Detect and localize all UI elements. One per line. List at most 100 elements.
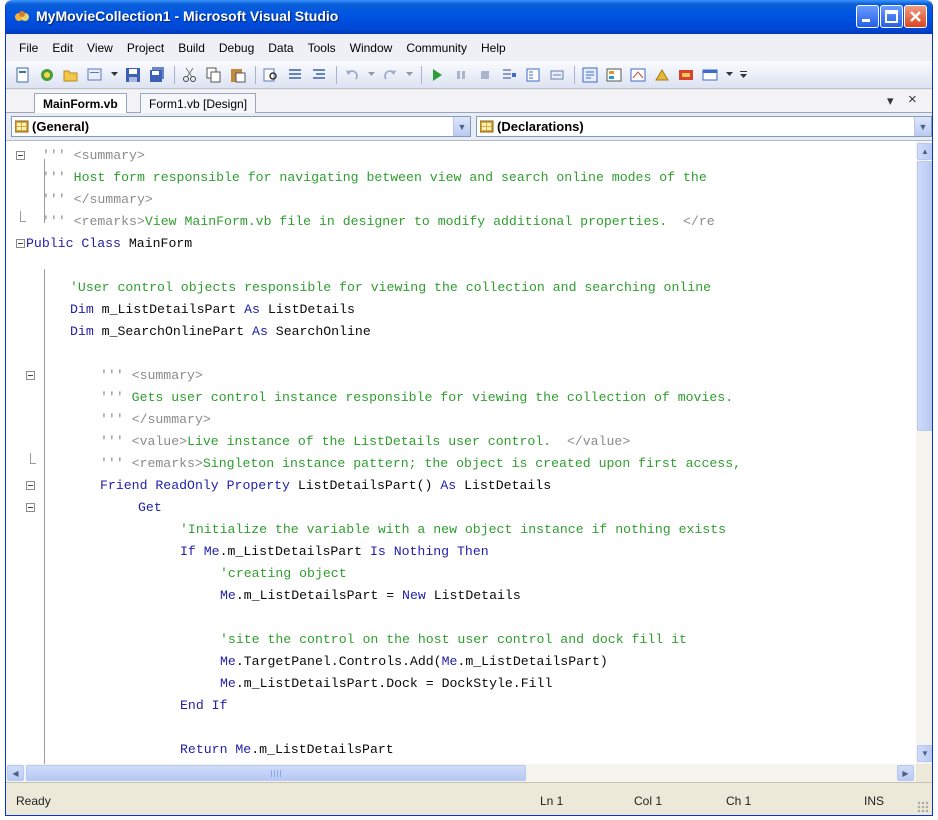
code-line[interactable]: Dim m_SearchOnlinePart As SearchOnline	[6, 321, 916, 343]
scroll-left-button[interactable]: ◀	[7, 765, 24, 781]
menu-debug[interactable]: Debug	[212, 41, 261, 55]
chevron-down-icon[interactable]: ▼	[914, 117, 931, 136]
class-view-icon[interactable]	[677, 66, 695, 84]
code-line[interactable]: End If	[6, 695, 916, 717]
code-line[interactable]: If Me.m_ListDetailsPart Is Nothing Then	[6, 541, 916, 563]
tab-form1-design[interactable]: Form1.vb [Design]	[140, 93, 257, 113]
code-editor[interactable]: ''' <summary> ''' Host form responsible f…	[6, 141, 916, 764]
find-icon[interactable]	[262, 66, 280, 84]
code-line[interactable]: ''' <summary>	[6, 145, 916, 167]
vertical-scrollbar[interactable]: ▲ ▼	[916, 141, 932, 764]
region-end-marker	[30, 453, 36, 464]
code-line[interactable]	[6, 255, 916, 277]
toolbar-overflow-icon[interactable]	[739, 66, 747, 84]
dropdown-arrow-icon[interactable]	[110, 66, 118, 84]
scroll-right-button[interactable]: ▶	[897, 765, 914, 781]
properties-icon[interactable]	[605, 66, 623, 84]
collapse-region-icon[interactable]	[16, 151, 25, 160]
step-into-icon[interactable]	[500, 66, 518, 84]
collapse-region-icon[interactable]	[26, 371, 35, 380]
start-page-icon[interactable]	[701, 66, 719, 84]
code-line[interactable]: 'site the control on the host user contr…	[6, 629, 916, 651]
add-new-item-icon[interactable]	[86, 66, 104, 84]
code-line[interactable]: Me.m_ListDetailsPart.Dock = DockStyle.Fi…	[6, 673, 916, 695]
menu-tools[interactable]: Tools	[301, 41, 343, 55]
menu-help[interactable]: Help	[474, 41, 513, 55]
save-icon[interactable]	[124, 66, 142, 84]
dropdown-arrow-icon[interactable]	[405, 66, 413, 84]
code-line[interactable]: Me.m_ListDetailsPart = New ListDetails	[6, 585, 916, 607]
code-line[interactable]: Public Class MainForm	[6, 233, 916, 255]
code-line[interactable]	[6, 343, 916, 365]
code-line[interactable]: Friend ReadOnly Property ListDetailsPart…	[6, 475, 916, 497]
code-line[interactable]: ''' Host form responsible for navigating…	[6, 167, 916, 189]
code-line[interactable]: ''' </summary>	[6, 189, 916, 211]
code-line[interactable]: Return Me.m_ListDetailsPart	[6, 739, 916, 761]
active-files-dropdown-icon[interactable]: ▾	[887, 93, 894, 109]
tab-mainform-vb[interactable]: MainForm.vb	[34, 93, 127, 114]
redo-icon[interactable]	[381, 66, 399, 84]
menu-view[interactable]: View	[80, 41, 120, 55]
class-name-combo[interactable]: (General) ▼	[11, 116, 471, 137]
code-line[interactable]: Me.TargetPanel.Controls.Add(Me.m_ListDet…	[6, 651, 916, 673]
vertical-scroll-thumb[interactable]	[917, 161, 932, 431]
dropdown-arrow-icon[interactable]	[725, 66, 733, 84]
comment-icon[interactable]	[286, 66, 304, 84]
horizontal-scroll-thumb[interactable]	[26, 765, 526, 781]
menu-file[interactable]: File	[12, 41, 45, 55]
code-line[interactable]: ''' <remarks>View MainForm.vb file in de…	[6, 211, 916, 233]
toolbox-icon[interactable]	[653, 66, 671, 84]
code-line[interactable]: ''' <summary>	[6, 365, 916, 387]
code-line[interactable]: ''' </summary>	[6, 409, 916, 431]
code-line[interactable]: ''' <remarks>Singleton instance pattern;…	[6, 453, 916, 475]
minimize-icon	[862, 19, 870, 22]
code-line[interactable]: 'User control objects responsible for vi…	[6, 277, 916, 299]
code-token: <value>	[131, 434, 188, 449]
break-all-icon[interactable]	[452, 66, 470, 84]
open-file-icon[interactable]	[62, 66, 80, 84]
start-debugging-icon[interactable]	[428, 66, 446, 84]
code-line[interactable]: Get	[6, 497, 916, 519]
code-line[interactable]: ''' Gets user control instance responsib…	[6, 387, 916, 409]
step-over-icon[interactable]	[524, 66, 542, 84]
code-line[interactable]: 'creating object	[6, 563, 916, 585]
menu-build[interactable]: Build	[171, 41, 212, 55]
stop-debugging-icon[interactable]	[476, 66, 494, 84]
menu-data[interactable]: Data	[261, 41, 300, 55]
collapse-region-icon[interactable]	[26, 481, 35, 490]
maximize-button[interactable]	[880, 5, 903, 28]
collapse-region-icon[interactable]	[16, 239, 25, 248]
scroll-up-button[interactable]: ▲	[917, 143, 932, 160]
dropdown-arrow-icon[interactable]	[367, 66, 375, 84]
minimize-button[interactable]	[856, 5, 879, 28]
cut-icon[interactable]	[181, 66, 199, 84]
chevron-down-icon[interactable]: ▼	[453, 117, 470, 136]
close-document-icon[interactable]: ×	[908, 91, 917, 108]
object-browser-icon[interactable]	[629, 66, 647, 84]
code-line[interactable]: 'Initialize the variable with a new obje…	[6, 519, 916, 541]
code-line[interactable]	[6, 607, 916, 629]
menu-window[interactable]: Window	[343, 41, 400, 55]
copy-icon[interactable]	[205, 66, 223, 84]
paste-icon[interactable]	[229, 66, 247, 84]
menu-edit[interactable]: Edit	[45, 41, 80, 55]
uncomment-icon[interactable]	[310, 66, 328, 84]
solution-explorer-icon[interactable]	[581, 66, 599, 84]
save-all-icon[interactable]	[148, 66, 166, 84]
undo-icon[interactable]	[343, 66, 361, 84]
scroll-down-button[interactable]: ▼	[917, 745, 932, 762]
new-project-icon[interactable]	[14, 66, 32, 84]
close-button[interactable]	[904, 5, 927, 28]
code-line[interactable]: ''' <value>Live instance of the ListDeta…	[6, 431, 916, 453]
step-out-icon[interactable]	[548, 66, 566, 84]
title-bar[interactable]: MyMovieCollection1 - Microsoft Visual St…	[6, 0, 932, 34]
resize-grip-icon[interactable]	[917, 801, 929, 813]
menu-project[interactable]: Project	[120, 41, 171, 55]
collapse-region-icon[interactable]	[26, 503, 35, 512]
add-item-icon[interactable]	[38, 66, 56, 84]
code-line[interactable]	[6, 717, 916, 739]
horizontal-scrollbar[interactable]: ◀ ▶	[6, 764, 916, 782]
menu-community[interactable]: Community	[399, 41, 474, 55]
method-name-combo[interactable]: (Declarations) ▼	[476, 116, 932, 137]
code-line[interactable]: Dim m_ListDetailsPart As ListDetails	[6, 299, 916, 321]
